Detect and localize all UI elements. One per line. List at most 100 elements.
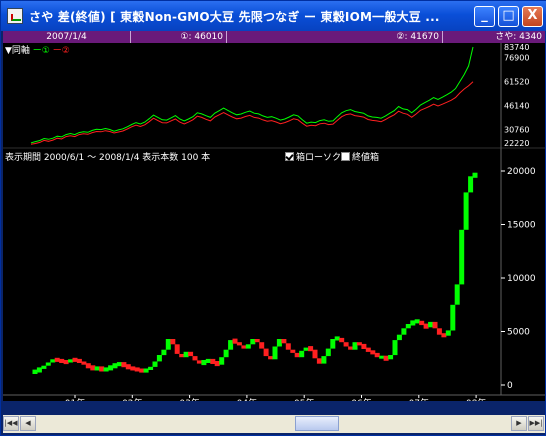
scroll-last-button[interactable]: ▶▶|	[528, 416, 544, 431]
minimize-button[interactable]: _	[474, 6, 495, 27]
spread-box	[148, 366, 154, 370]
candle-label: 箱ローソク	[296, 153, 342, 163]
spread-box	[423, 323, 429, 329]
app-window: さや 差(終値) [ 東穀Non-GMO大豆 先限つなぎ ー 東穀IOM一般大豆…	[0, 0, 546, 436]
spread-box	[72, 357, 78, 362]
spread-box	[365, 347, 371, 352]
lower-ytick-label: 5000	[507, 328, 530, 338]
spread-box	[312, 349, 318, 359]
spread-box	[50, 359, 56, 363]
spread-box	[54, 357, 60, 362]
spread-box	[396, 334, 402, 341]
upper-ytick-label: 61520	[504, 78, 529, 87]
spread-box	[192, 356, 198, 361]
spread-box	[170, 339, 176, 345]
spread-box	[370, 350, 376, 355]
spread-box	[112, 363, 118, 369]
spread-box	[348, 346, 354, 350]
chart-area[interactable]: 83740 76900 61520 46140 30760 22220 0 5000 10000…	[3, 43, 545, 409]
spread-box	[303, 347, 309, 351]
spread-box	[441, 333, 447, 338]
spread-box	[454, 284, 460, 305]
spread-box	[410, 320, 416, 326]
spread-box	[85, 363, 91, 369]
lower-ytick-label: 15000	[507, 221, 536, 231]
upper-series-line-1	[30, 46, 474, 144]
spread-box	[205, 358, 211, 363]
scroll-next-button[interactable]: ▶	[511, 416, 527, 431]
spread-box	[294, 352, 300, 358]
spread-box	[99, 366, 105, 372]
spread-box	[103, 367, 109, 372]
title-bar[interactable]: さや 差(終値) [ 東穀Non-GMO大豆 先限つなぎ ー 東穀IOM一般大豆…	[1, 1, 546, 31]
spread-box	[223, 349, 229, 358]
close-button[interactable]: X	[522, 6, 543, 27]
window-title: さや 差(終値) [ 東穀Non-GMO大豆 先限つなぎ ー 東穀IOM一般大豆…	[29, 10, 440, 24]
maximize-button[interactable]: □	[498, 6, 519, 27]
spread-box	[276, 339, 282, 347]
spread-box	[330, 339, 336, 349]
legend-axis-toggle[interactable]: ▼同軸	[5, 46, 30, 56]
spread-box	[219, 357, 225, 365]
lower-ytick-label: 20000	[507, 167, 536, 177]
spread-box	[36, 367, 42, 373]
spread-box	[245, 344, 251, 349]
close-checkbox[interactable]	[341, 152, 350, 161]
spread-box	[468, 176, 474, 193]
spread-box	[414, 319, 420, 324]
spread-box	[139, 368, 145, 373]
spread-box	[379, 355, 385, 359]
spread-box	[108, 365, 114, 371]
spread-box	[201, 360, 207, 366]
spread-box	[179, 354, 185, 358]
chart-svg[interactable]: 83740 76900 61520 46140 30760 22220 0 5000 10000…	[3, 43, 545, 409]
spread-box	[374, 352, 380, 358]
spread-box	[90, 365, 96, 371]
scroll-thumb[interactable]	[295, 416, 339, 431]
spread-box	[161, 349, 167, 356]
spread-box	[41, 365, 47, 369]
spread-box	[268, 356, 274, 360]
upper-ytick-label: 22220	[504, 139, 529, 148]
spread-box	[134, 367, 140, 372]
spread-box	[316, 358, 322, 364]
upper-ytick-label: 83740	[504, 43, 529, 52]
upper-legend: ▼同軸 ー① ー②	[5, 43, 70, 56]
spread-box	[463, 192, 469, 230]
spread-box	[68, 359, 74, 363]
spread-box	[432, 321, 438, 329]
spread-box	[125, 364, 131, 370]
close-option[interactable]: 終値箱	[341, 150, 379, 163]
spread-box	[152, 361, 158, 367]
spread-box	[254, 339, 260, 343]
spread-box	[299, 350, 305, 358]
options-row: 表示期間 2000/6/1 ～ 2008/1/4 表示本数 100 本 箱ローソ…	[5, 150, 505, 163]
candle-checkbox[interactable]	[285, 152, 294, 161]
spread-box	[214, 361, 220, 367]
scroll-prev-button[interactable]: ◀	[20, 416, 36, 431]
spread-box	[81, 361, 87, 365]
spread-box	[165, 339, 171, 350]
spread-box	[236, 342, 242, 346]
spread-box	[232, 338, 238, 344]
spread-box	[308, 346, 314, 352]
spread-box	[45, 362, 51, 366]
spread-box	[321, 356, 327, 364]
spread-box	[143, 368, 149, 373]
close-label: 終値箱	[352, 153, 380, 163]
upper-ytick-label: 46140	[504, 102, 529, 111]
scroll-first-button[interactable]: |◀◀	[3, 416, 19, 431]
legend-series1: ー①	[32, 46, 50, 56]
info-series2-value: ②: 41670	[227, 31, 443, 43]
spread-box	[388, 355, 394, 360]
chart-app-icon[interactable]	[7, 8, 23, 24]
horizontal-scrollbar[interactable]: |◀◀ ◀ ▶ ▶▶|	[3, 415, 545, 433]
spread-box	[183, 351, 189, 358]
spread-box	[459, 229, 465, 285]
info-series1-value: ①: 46010	[131, 31, 227, 43]
spread-box	[445, 330, 451, 336]
spread-box	[356, 342, 362, 346]
period-label: 表示期間 2000/6/1 ～ 2008/1/4 表示本数 100 本	[5, 153, 211, 163]
spread-box	[156, 355, 162, 362]
candle-option[interactable]: 箱ローソク	[285, 150, 341, 163]
